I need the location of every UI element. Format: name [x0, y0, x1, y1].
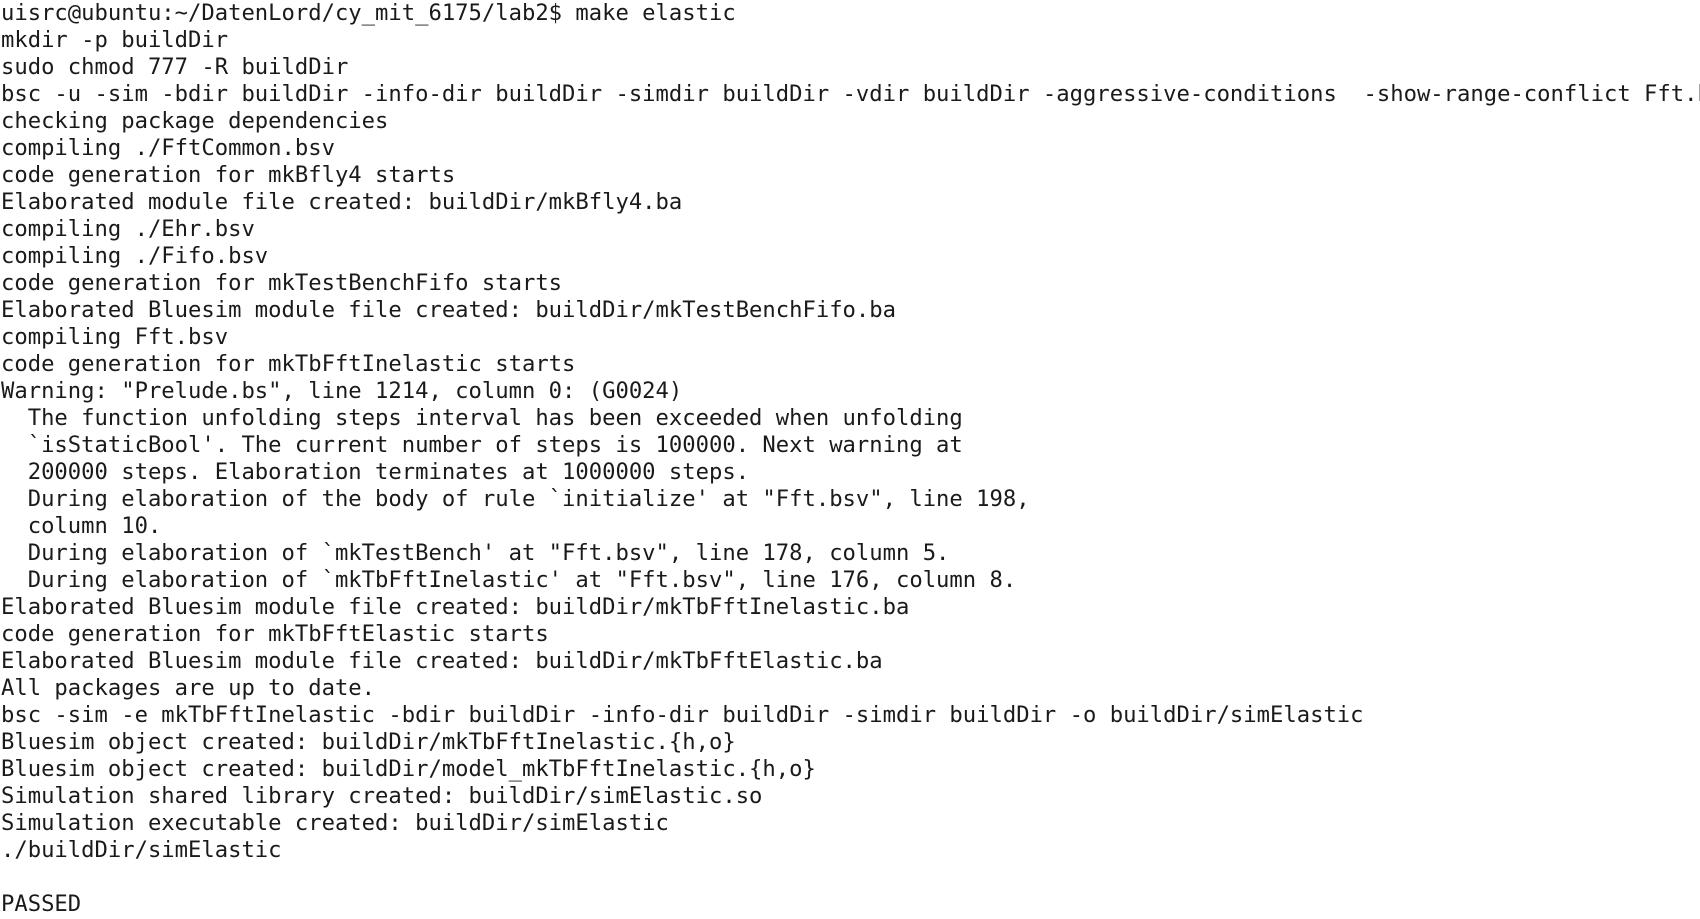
- terminal-line: All packages are up to date.: [1, 675, 376, 701]
- terminal-line: Bluesim object created: buildDir/model_m…: [1, 756, 816, 782]
- terminal-line: compiling Fft.bsv: [1, 324, 229, 350]
- terminal-line-warning-detail: During elaboration of the body of rule `…: [1, 486, 1030, 512]
- terminal-line: compiling ./FftCommon.bsv: [1, 135, 335, 161]
- terminal-line: Bluesim object created: buildDir/mkTbFft…: [1, 729, 736, 755]
- terminal-line: code generation for mkBfly4 starts: [1, 162, 456, 188]
- terminal-line: Elaborated Bluesim module file created: …: [1, 297, 896, 323]
- terminal-line: compiling ./Ehr.bsv: [1, 216, 255, 242]
- terminal-line: code generation for mkTbFftInelastic sta…: [1, 351, 576, 377]
- terminal-line: Simulation shared library created: build…: [1, 783, 763, 809]
- terminal-line: ./buildDir/simElastic: [1, 837, 282, 863]
- terminal-line: code generation for mkTestBenchFifo star…: [1, 270, 563, 296]
- terminal-line: sudo chmod 777 -R buildDir: [1, 54, 349, 80]
- terminal-output[interactable]: uisrc@ubuntu:~/DatenLord/cy_mit_6175/lab…: [0, 0, 1700, 919]
- terminal-line: compiling ./Fifo.bsv: [1, 243, 269, 269]
- terminal-line-warning-detail: The function unfolding steps interval ha…: [1, 405, 963, 431]
- terminal-line: Simulation executable created: buildDir/…: [1, 810, 669, 836]
- terminal-line: mkdir -p buildDir: [1, 27, 229, 53]
- terminal-line-warning-detail: column 10.: [1, 513, 162, 539]
- terminal-line-warning-detail: 200000 steps. Elaboration terminates at …: [1, 459, 750, 485]
- terminal-line-prompt-command: uisrc@ubuntu:~/DatenLord/cy_mit_6175/lab…: [1, 0, 736, 26]
- terminal-line: Elaborated Bluesim module file created: …: [1, 648, 883, 674]
- terminal-line-warning-detail: `isStaticBool'. The current number of st…: [1, 432, 963, 458]
- terminal-line-warning-detail: During elaboration of `mkTbFftInelastic'…: [1, 567, 1017, 593]
- terminal-line-result: PASSED: [1, 891, 82, 917]
- terminal-line: bsc -u -sim -bdir buildDir -info-dir bui…: [1, 81, 1700, 107]
- terminal-line: Elaborated module file created: buildDir…: [1, 189, 683, 215]
- terminal-line: checking package dependencies: [1, 108, 389, 134]
- terminal-line: bsc -sim -e mkTbFftInelastic -bdir build…: [1, 702, 1364, 728]
- terminal-line: code generation for mkTbFftElastic start…: [1, 621, 549, 647]
- terminal-line-warning-detail: During elaboration of `mkTestBench' at "…: [1, 540, 950, 566]
- terminal-line: Elaborated Bluesim module file created: …: [1, 594, 910, 620]
- terminal-line-warning: Warning: "Prelude.bs", line 1214, column…: [1, 378, 683, 404]
